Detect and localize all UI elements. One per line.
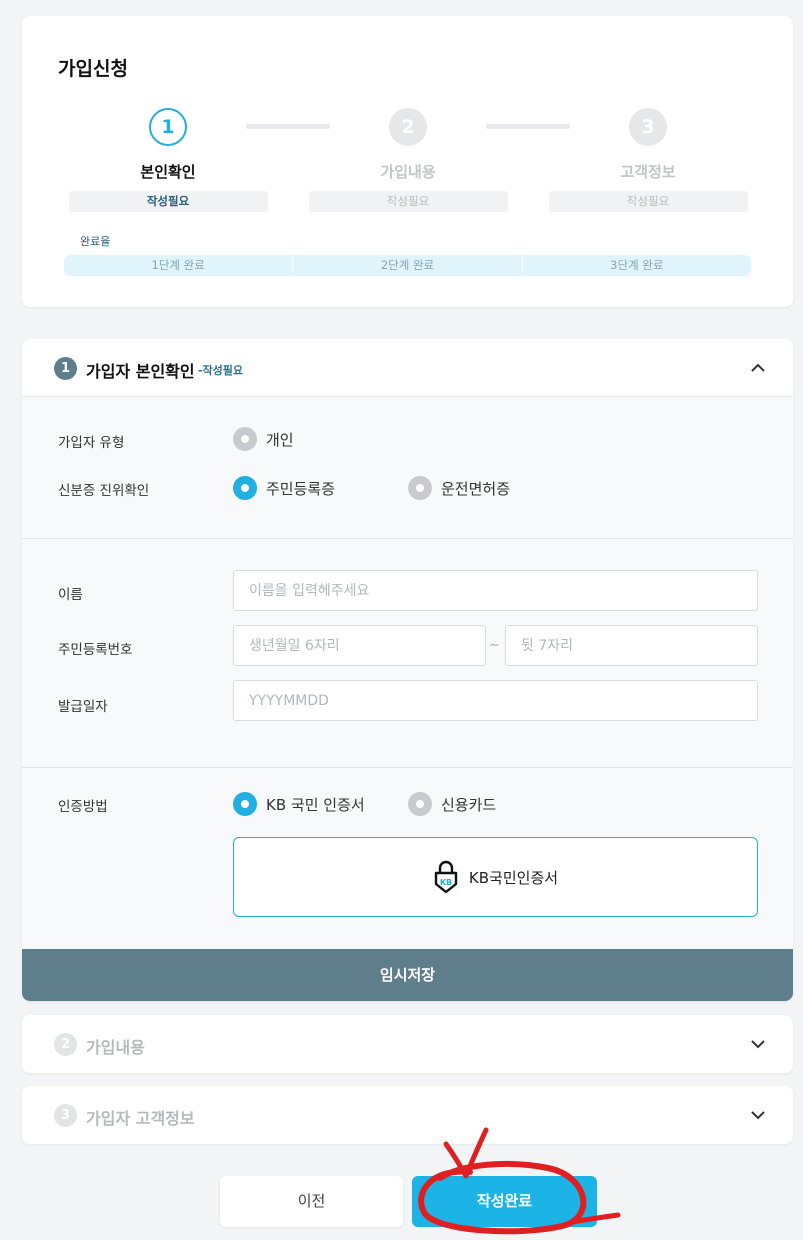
kb-icon-text: KB xyxy=(440,878,452,887)
issue-date-label: 발급일자 xyxy=(58,699,108,715)
rrn-separator: ~ xyxy=(489,638,500,653)
section-customer-info[interactable]: 3 가입자 고객정보 xyxy=(22,1086,793,1144)
rrn-label: 주민등록번호 xyxy=(58,642,133,658)
step-3-name: 고객정보 xyxy=(620,163,676,181)
section-1-status: -작성필요 xyxy=(198,364,244,377)
chevron-up-icon[interactable] xyxy=(751,361,765,375)
issue-date-input[interactable] xyxy=(233,680,758,721)
radio-resident-card-label: 주민등록증 xyxy=(266,479,336,498)
section-3-number: 3 xyxy=(54,1104,77,1127)
section-1-header[interactable]: 1 가입자 본인확인 -작성필요 xyxy=(22,339,793,397)
step-2: 2 가입내용 작성필요 xyxy=(308,108,508,212)
section-3-title: 가입자 고객정보 xyxy=(86,1109,195,1128)
radio-off-icon xyxy=(233,427,257,451)
divider xyxy=(22,767,793,768)
radio-drivers-license-label: 운전면허증 xyxy=(441,479,511,498)
radio-on-icon xyxy=(233,792,257,816)
step-2-name: 가입내용 xyxy=(380,163,436,181)
section-2-title: 가입내용 xyxy=(86,1038,145,1057)
radio-kb-certificate-label: KB 국민 인증서 xyxy=(266,795,365,814)
page-title: 가입신청 xyxy=(58,58,128,80)
chevron-down-icon[interactable] xyxy=(751,1108,765,1122)
complete-button[interactable]: 작성완료 xyxy=(412,1176,597,1227)
section-identity-verification: 1 가입자 본인확인 -작성필요 가입자 유형 개인 신분증 진위확인 주민등록… xyxy=(22,339,793,1001)
radio-on-icon xyxy=(233,476,257,500)
name-input[interactable] xyxy=(233,570,758,611)
progress-segment-2: 2단계 완료 xyxy=(293,255,523,276)
step-1-number: 1 xyxy=(149,108,187,146)
progress-segment-1: 1단계 완료 xyxy=(64,255,294,276)
name-label: 이름 xyxy=(58,587,83,603)
radio-credit-card[interactable]: 신용카드 xyxy=(408,792,496,816)
step-1: 1 본인확인 작성필요 xyxy=(68,108,268,212)
temp-save-button[interactable]: 임시저장 xyxy=(22,949,793,1001)
progress-bar: 1단계 완료 2단계 완료 3단계 완료 xyxy=(64,255,751,276)
section-subscription-details[interactable]: 2 가입내용 xyxy=(22,1015,793,1073)
rrn-back-input[interactable] xyxy=(505,625,758,666)
divider xyxy=(22,538,793,539)
step-2-number: 2 xyxy=(389,108,427,146)
member-type-label: 가입자 유형 xyxy=(58,435,125,451)
radio-individual[interactable]: 개인 xyxy=(233,427,294,451)
radio-off-icon xyxy=(408,476,432,500)
radio-off-icon xyxy=(408,792,432,816)
radio-kb-certificate[interactable]: KB 국민 인증서 xyxy=(233,792,365,816)
step-3: 3 고객정보 작성필요 xyxy=(548,108,748,212)
step-2-status-badge: 작성필요 xyxy=(308,191,508,212)
progress-segment-3: 3단계 완료 xyxy=(610,258,664,272)
previous-button[interactable]: 이전 xyxy=(220,1176,403,1227)
kb-lock-icon: KB xyxy=(434,860,458,894)
step-1-name: 본인확인 xyxy=(140,163,196,181)
kb-certificate-label: KB국민인증서 xyxy=(468,868,559,887)
radio-drivers-license[interactable]: 운전면허증 xyxy=(408,476,510,500)
step-3-status-badge: 작성필요 xyxy=(548,191,748,212)
step-3-number: 3 xyxy=(629,108,667,146)
rrn-front-input[interactable] xyxy=(233,625,486,666)
progress-label: 완료율 xyxy=(80,235,111,248)
step-1-status-badge: 작성필요 xyxy=(68,191,268,212)
section-1-number: 1 xyxy=(54,357,77,380)
section-1-body: 가입자 유형 개인 신분증 진위확인 주민등록증 운전면허증 이름 주민등록번호… xyxy=(22,397,793,949)
radio-resident-card[interactable]: 주민등록증 xyxy=(233,476,335,500)
radio-credit-card-label: 신용카드 xyxy=(441,795,497,814)
auth-method-label: 인증방법 xyxy=(58,799,108,815)
kb-certificate-button[interactable]: KB KB국민인증서 xyxy=(233,837,758,917)
radio-individual-label: 개인 xyxy=(266,430,294,449)
id-verify-label: 신분증 진위확인 xyxy=(58,483,150,499)
chevron-down-icon[interactable] xyxy=(751,1037,765,1051)
section-1-title: 가입자 본인확인 xyxy=(86,362,195,381)
section-2-number: 2 xyxy=(54,1033,77,1056)
signup-progress-card: 가입신청 1 본인확인 작성필요 2 가입내용 작성필요 3 고객정보 작성필요… xyxy=(22,16,793,307)
